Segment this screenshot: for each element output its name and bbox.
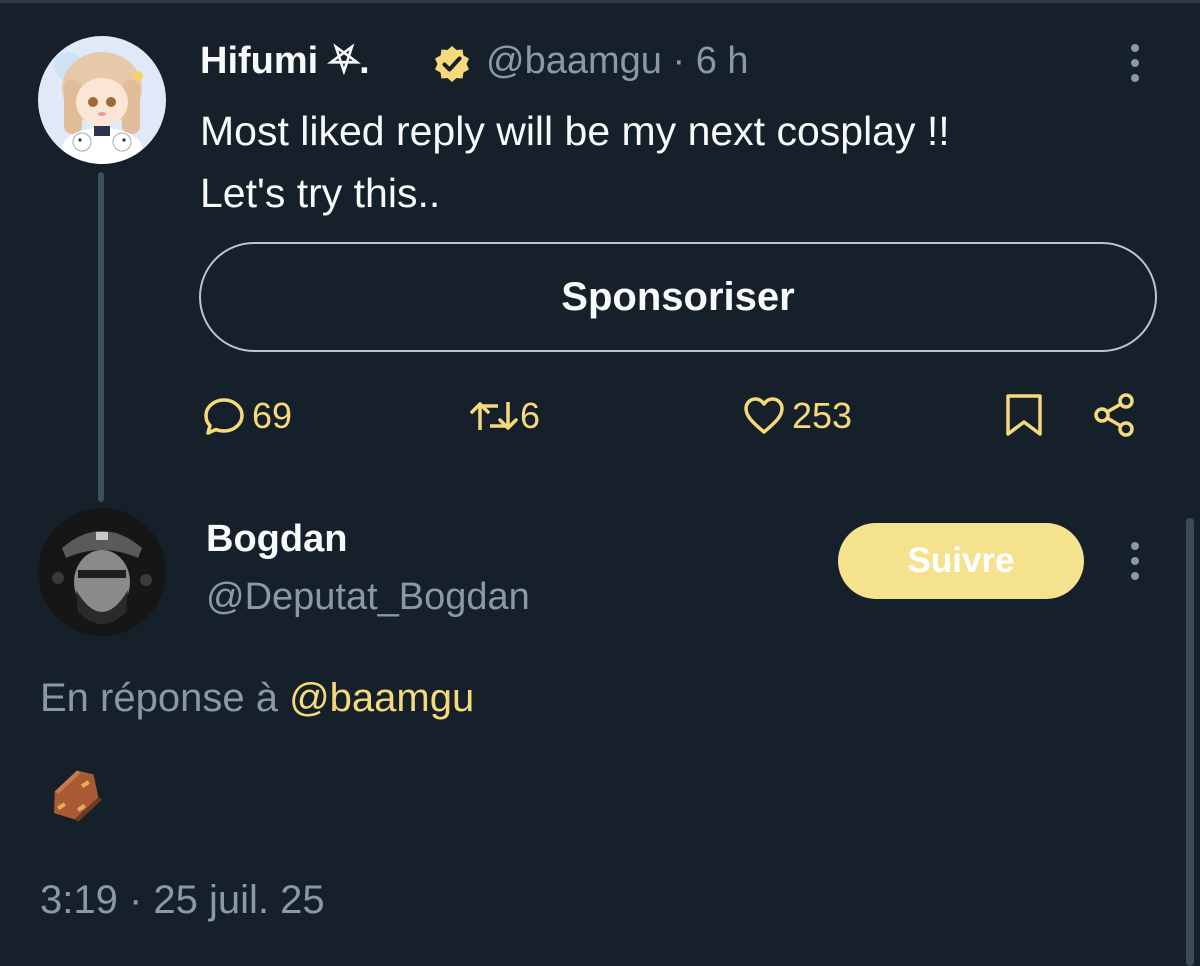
share-icon[interactable] bbox=[1092, 392, 1140, 443]
reply-action[interactable]: 69 bbox=[202, 394, 292, 438]
author-name-decoration: ⛧. bbox=[328, 40, 370, 82]
reply-context: En réponse à @baamgu bbox=[40, 676, 474, 721]
tweet-text: Most liked reply will be my next cosplay… bbox=[200, 100, 950, 224]
author-name[interactable]: Hifumi ⛧. bbox=[200, 40, 370, 83]
like-count: 253 bbox=[792, 395, 853, 436]
repost-icon bbox=[468, 394, 520, 438]
thread-connector-line bbox=[98, 172, 104, 502]
reply-to-mention-link[interactable]: @baamgu bbox=[289, 676, 474, 720]
author-handle[interactable]: @baamgu bbox=[486, 40, 662, 82]
more-options-icon[interactable] bbox=[1130, 542, 1140, 580]
coffin-emoji bbox=[40, 766, 108, 831]
bogdan-avatar[interactable] bbox=[38, 508, 166, 636]
verified-badge-icon bbox=[432, 44, 472, 84]
reply-author-name[interactable]: Bogdan bbox=[206, 518, 347, 561]
hifumi-avatar[interactable] bbox=[38, 36, 166, 164]
more-options-icon[interactable] bbox=[1130, 44, 1140, 82]
repost-count: 6 bbox=[520, 395, 541, 436]
sponsor-button[interactable]: Sponsoriser bbox=[199, 242, 1157, 352]
author-handle-line: @baamgu · 6 h bbox=[486, 40, 749, 83]
author-name-text: Hifumi bbox=[200, 40, 319, 82]
tweet-text-line: Let's try this.. bbox=[200, 170, 441, 216]
repost-action[interactable]: 6 bbox=[468, 394, 540, 438]
tweet-time[interactable]: 6 h bbox=[696, 40, 749, 82]
reply-to-prefix: En réponse à bbox=[40, 676, 278, 720]
bookmark-icon[interactable] bbox=[1002, 392, 1046, 443]
reply-icon bbox=[202, 394, 246, 438]
handle-time-separator: · bbox=[672, 40, 686, 82]
like-action[interactable]: 253 bbox=[742, 394, 852, 438]
heart-icon bbox=[742, 394, 786, 438]
follow-button[interactable]: Suivre bbox=[838, 523, 1084, 599]
reply-timestamp[interactable]: 3:19 · 25 juil. 25 bbox=[40, 878, 325, 923]
reply-author-handle[interactable]: @Deputat_Bogdan bbox=[206, 576, 530, 619]
tweet-text-line: Most liked reply will be my next cosplay… bbox=[200, 108, 950, 154]
top-divider bbox=[0, 0, 1200, 3]
scrollbar[interactable] bbox=[1186, 518, 1194, 966]
reply-count: 69 bbox=[252, 395, 293, 436]
